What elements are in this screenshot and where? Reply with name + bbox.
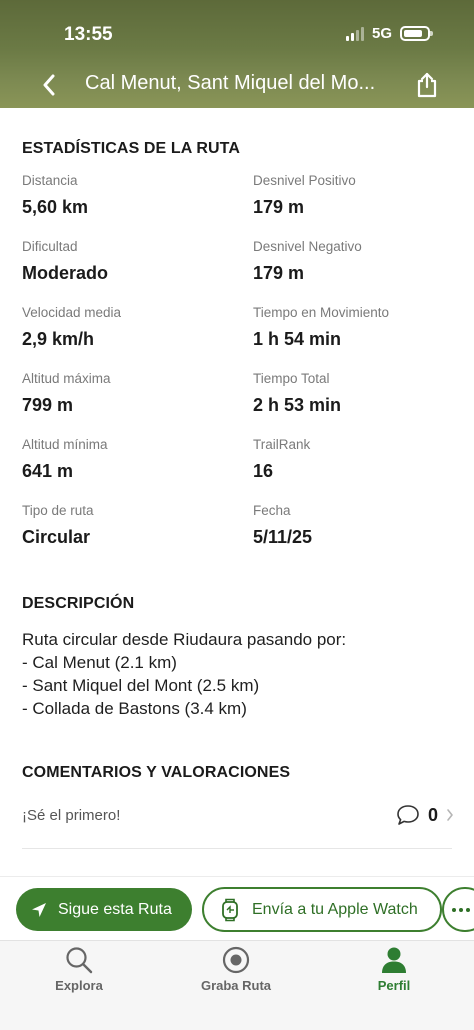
stat-elevation-loss: Desnivel Negativo 179 m <box>253 239 362 284</box>
description-line: - Sant Miquel del Mont (2.5 km) <box>22 676 260 695</box>
profile-icon <box>382 947 406 973</box>
tab-bar: Explora Graba Ruta Perfil <box>0 940 474 1030</box>
stat-trailrank: TrailRank 16 <box>253 437 310 482</box>
page-title: Cal Menut, Sant Miquel del Mo... <box>85 72 376 94</box>
stat-avg-speed: Velocidad media 2,9 km/h <box>22 305 121 350</box>
stat-label: Fecha <box>253 503 291 518</box>
signal-icon <box>345 26 364 41</box>
back-button[interactable] <box>34 68 64 102</box>
description-section-title: DESCRIPCIÓN <box>22 595 135 612</box>
description-line: - Cal Menut (2.1 km) <box>22 653 177 672</box>
tab-label: Perfil <box>377 978 411 993</box>
stat-distance: Distancia 5,60 km <box>22 173 88 218</box>
send-to-watch-button[interactable]: Envía a tu Apple Watch <box>202 887 442 932</box>
status-time: 13:55 <box>64 24 113 45</box>
stat-value: 799 m <box>22 395 74 415</box>
stat-value: 179 m <box>253 263 305 283</box>
stat-moving-time: Tiempo en Movimiento 1 h 54 min <box>253 305 389 350</box>
tab-label: Explora <box>55 978 103 993</box>
stat-label: Velocidad media <box>22 305 122 320</box>
tab-label: Graba Ruta <box>200 978 272 993</box>
stat-label: Tiempo en Movimiento <box>253 305 390 320</box>
stat-min-altitude: Altitud mínima 641 m <box>22 437 108 482</box>
comment-bubble-icon <box>397 805 419 825</box>
stat-value: 5/11/25 <box>253 527 313 547</box>
send-to-watch-label: Envía a tu Apple Watch <box>252 900 418 918</box>
stat-value: Moderado <box>22 263 109 283</box>
follow-route-label: Sigue esta Ruta <box>58 900 172 918</box>
stat-label: Desnivel Negativo <box>253 239 362 254</box>
divider <box>22 848 452 849</box>
record-icon <box>222 946 250 974</box>
share-button[interactable] <box>412 68 442 102</box>
tab-graba-ruta[interactable]: Graba Ruta <box>176 945 296 993</box>
stat-difficulty: Dificultad Moderado <box>22 239 108 284</box>
stat-label: Tipo de ruta <box>22 503 94 518</box>
comments-link[interactable]: 0 <box>396 804 454 826</box>
status-indicators: 5G <box>345 25 433 42</box>
comment-count: 0 <box>427 804 438 825</box>
stat-label: Dificultad <box>22 239 78 254</box>
description-text: Ruta circular desde Riudaura pasando por… <box>22 628 346 720</box>
stat-max-altitude: Altitud máxima 799 m <box>22 371 111 416</box>
stat-label: Distancia <box>22 173 78 188</box>
stat-total-time: Tiempo Total 2 h 53 min <box>253 371 341 416</box>
description-line: Ruta circular desde Riudaura pasando por… <box>22 630 347 649</box>
tab-explora[interactable]: Explora <box>19 945 139 993</box>
first-comment-prompt[interactable]: ¡Sé el primero! <box>22 807 120 824</box>
search-icon <box>66 947 93 974</box>
comments-section-title: COMENTARIOS Y VALORACIONES <box>22 764 291 781</box>
stat-label: Altitud máxima <box>22 371 111 386</box>
chevron-left-icon <box>43 74 55 96</box>
stat-label: Tiempo Total <box>253 371 330 386</box>
watch-icon <box>222 898 238 921</box>
more-dot-icon <box>466 907 470 912</box>
stat-date: Fecha 5/11/25 <box>253 503 312 548</box>
stat-value: Circular <box>22 527 91 547</box>
stat-value: 1 h 54 min <box>253 329 342 349</box>
follow-route-button[interactable]: Sigue esta Ruta <box>16 888 192 931</box>
more-options-button[interactable] <box>442 887 474 932</box>
header: 13:55 5G Cal Menut, Sant Miquel del Mo..… <box>0 0 474 108</box>
stats-section-title: ESTADÍSTICAS DE LA RUTA <box>22 140 241 157</box>
stat-elevation-gain: Desnivel Positivo 179 m <box>253 173 356 218</box>
stat-value: 2,9 km/h <box>22 329 95 349</box>
navigation-arrow-icon <box>32 902 46 917</box>
chevron-right-icon <box>447 809 453 821</box>
network-label: 5G <box>371 25 392 42</box>
battery-icon <box>400 26 433 41</box>
stat-route-type: Tipo de ruta Circular <box>22 503 94 548</box>
share-icon <box>417 72 437 98</box>
action-bar: Sigue esta Ruta Envía a tu Apple Watch <box>0 876 474 940</box>
more-dot-icon <box>452 907 456 912</box>
stat-value: 179 m <box>253 197 305 217</box>
stat-value: 5,60 km <box>22 197 89 217</box>
more-dot-icon <box>459 907 463 912</box>
stat-value: 641 m <box>22 461 74 481</box>
stat-value: 16 <box>253 461 274 481</box>
stat-value: 2 h 53 min <box>253 395 342 415</box>
description-line: - Collada de Bastons (3.4 km) <box>22 699 247 718</box>
tab-perfil[interactable]: Perfil <box>334 945 454 993</box>
stat-label: TrailRank <box>253 437 311 452</box>
stat-label: Desnivel Positivo <box>253 173 356 188</box>
stat-label: Altitud mínima <box>22 437 108 452</box>
